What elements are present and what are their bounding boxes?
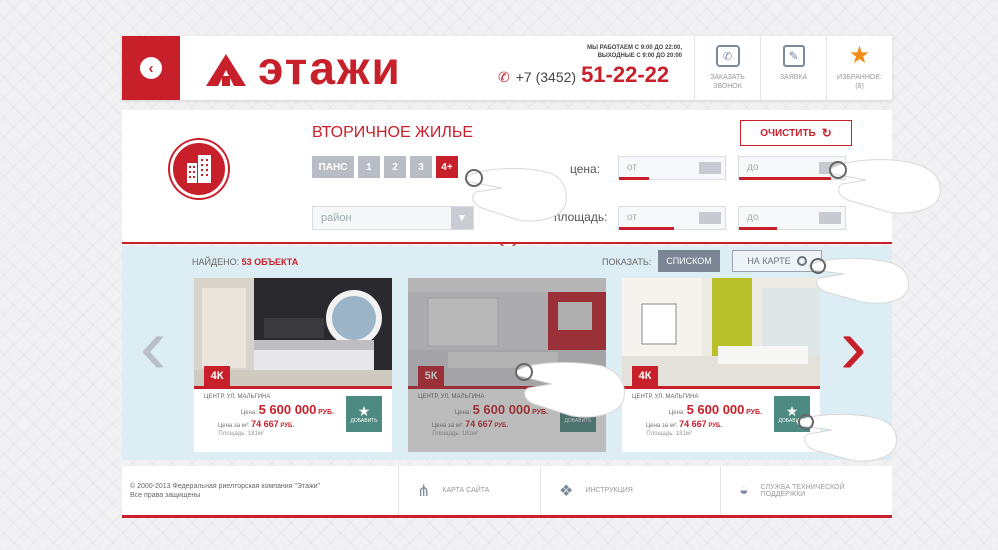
back-button[interactable]: ‹	[122, 36, 180, 100]
working-hours: МЫ РАБОТАЕМ С 9:00 ДО 22:00, ВЫХОДНЫЕ С …	[587, 45, 682, 59]
area-to-input[interactable]: до	[738, 206, 846, 230]
logo: этажи	[204, 44, 402, 92]
slider-handle[interactable]	[699, 212, 721, 224]
headset-icon: ◒	[739, 481, 749, 499]
request-button[interactable]: ✎ ЗАЯВКА	[760, 36, 826, 100]
copyright: © 2000-2013 Федеральная риелторская комп…	[130, 483, 321, 499]
refresh-icon: ↻	[821, 126, 832, 140]
room-selector: ПАНС 1 2 3 4+	[312, 156, 458, 178]
star-icon: ★	[357, 403, 371, 419]
property-address: ЦЕНТР, УЛ. МАЛЬГИНА	[632, 394, 699, 400]
price-to-input[interactable]: до	[738, 156, 846, 180]
property-address: ЦЕНТР, УЛ. МАЛЬГИНА	[204, 394, 271, 400]
filter-panel: ВТОРИЧНОЕ ЖИЛЬЕ ПАНС 1 2 3 4+ район ▼ це…	[122, 110, 892, 244]
app-frame: ‹ этажи МЫ РАБОТАЕМ С 9:00 ДО 22:00, ВЫХ…	[122, 36, 892, 526]
next-arrow[interactable]: ›	[840, 296, 867, 396]
price-per-sqm: Цена за м²: 74 667 РУБ.	[431, 419, 508, 429]
add-to-favorites-button[interactable]: ★ ДОБАВИТЬ	[560, 396, 596, 432]
map-view-button[interactable]: НА КАРТЕ	[732, 250, 822, 272]
footer: © 2000-2013 Федеральная риелторская комп…	[122, 466, 892, 518]
star-icon: ★	[571, 403, 585, 419]
slider-handle[interactable]	[819, 162, 841, 174]
property-card[interactable]: 5К ЦЕНТР, УЛ. МАЛЬГИНА Цена: 5 600 000 Р…	[408, 278, 606, 452]
price-per-sqm: Цена за м²: 74 667 РУБ.	[217, 419, 294, 429]
star-icon: ★	[785, 403, 799, 419]
phone-number: 51-22-22	[581, 62, 670, 87]
rooms-badge: 5К	[418, 366, 444, 386]
area-to-slider[interactable]	[739, 227, 777, 230]
page-title: ВТОРИЧНОЕ ЖИЛЬЕ	[312, 124, 473, 141]
room-3-button[interactable]: 3	[410, 156, 432, 178]
show-label: ПОКАЗАТЬ:	[602, 257, 652, 267]
price-label: цена:	[570, 162, 601, 176]
room-1-button[interactable]: 1	[358, 156, 380, 178]
price-per-sqm: Цена за м²: 74 667 РУБ.	[645, 419, 722, 429]
building-icon	[170, 140, 228, 198]
logo-icon	[206, 54, 246, 86]
property-card[interactable]: 4К ЦЕНТР, УЛ. МАЛЬГИНА Цена: 5 600 000 Р…	[194, 278, 392, 452]
rooms-badge: 4К	[632, 366, 658, 386]
area-label: площадь:	[554, 210, 608, 224]
property-price: Цена: 5 600 000 РУБ.	[668, 402, 762, 417]
phone-icon: ✆	[498, 69, 510, 85]
property-address: ЦЕНТР, УЛ. МАЛЬГИНА	[418, 394, 485, 400]
property-area: Площадь: 181м²	[218, 431, 264, 437]
edit-icon: ✎	[782, 45, 805, 67]
property-price: Цена: 5 600 000 РУБ.	[454, 402, 548, 417]
property-card[interactable]: 4К ЦЕНТР, УЛ. МАЛЬГИНА Цена: 5 600 000 Р…	[622, 278, 820, 452]
property-photo	[408, 278, 606, 386]
sitemap-icon: ⋔	[417, 482, 431, 500]
star-icon: ★	[848, 42, 871, 69]
chevron-left-icon: ‹	[140, 57, 162, 79]
slider-handle[interactable]	[819, 212, 841, 224]
rooms-badge: 4К	[204, 366, 230, 386]
add-to-favorites-button[interactable]: ★ ДОБАВИТЬ	[346, 396, 382, 432]
room-studio-button[interactable]: ПАНС	[312, 156, 354, 178]
results-panel: НАЙДЕНО: 53 ОБЪЕКТА ПОКАЗАТЬ: СПИСКОМ НА…	[122, 246, 892, 460]
property-price: Цена: 5 600 000 РУБ.	[240, 402, 334, 417]
sitemap-link[interactable]: ⋔ КАРТА САЙТА	[398, 466, 540, 515]
instructions-link[interactable]: ❖ ИНСТРУКЦИЯ	[540, 466, 720, 515]
room-2-button[interactable]: 2	[384, 156, 406, 178]
results-count: НАЙДЕНО: 53 ОБЪЕКТА	[192, 257, 299, 267]
phone-prefix: +7 (3452)	[515, 69, 577, 85]
price-to-slider[interactable]	[739, 177, 831, 180]
support-link[interactable]: ◒ СЛУЖБА ТЕХНИЧЕСКОЙ ПОДДЕРЖКИ	[720, 466, 892, 515]
order-call-button[interactable]: ✆ ЗАКАЗАТЬ ЗВОНОК	[694, 36, 760, 100]
area-from-input[interactable]: от	[618, 206, 726, 230]
chat-icon: ✆	[715, 45, 740, 67]
price-from-input[interactable]: от	[618, 156, 726, 180]
price-from-slider[interactable]	[619, 177, 649, 180]
property-area: Площадь: 181м²	[432, 431, 478, 437]
header: ‹ этажи МЫ РАБОТАЕМ С 9:00 ДО 22:00, ВЫХ…	[122, 36, 892, 100]
area-from-slider[interactable]	[619, 227, 674, 230]
favorites-button[interactable]: ★ ИЗБРАННОЕ: (8)	[826, 36, 892, 100]
slider-handle[interactable]	[699, 162, 721, 174]
clear-button[interactable]: ОЧИСТИТЬ ↻	[740, 120, 852, 146]
map-pin-icon	[796, 256, 807, 266]
district-select[interactable]: район ▼	[312, 206, 474, 230]
logo-text: этажи	[258, 42, 402, 94]
add-to-favorites-button[interactable]: ★ ДОБАВИТЬ	[774, 396, 810, 432]
dropbox-icon: ❖	[559, 482, 574, 500]
chevron-down-icon: ▼	[451, 207, 473, 229]
prev-arrow[interactable]: ‹	[140, 296, 167, 396]
room-4plus-button[interactable]: 4+	[436, 156, 458, 178]
phone[interactable]: ✆ +7 (3452) 51-22-22	[498, 62, 669, 88]
list-view-button[interactable]: СПИСКОМ	[658, 250, 720, 272]
property-area: Площадь: 181м²	[646, 431, 692, 437]
